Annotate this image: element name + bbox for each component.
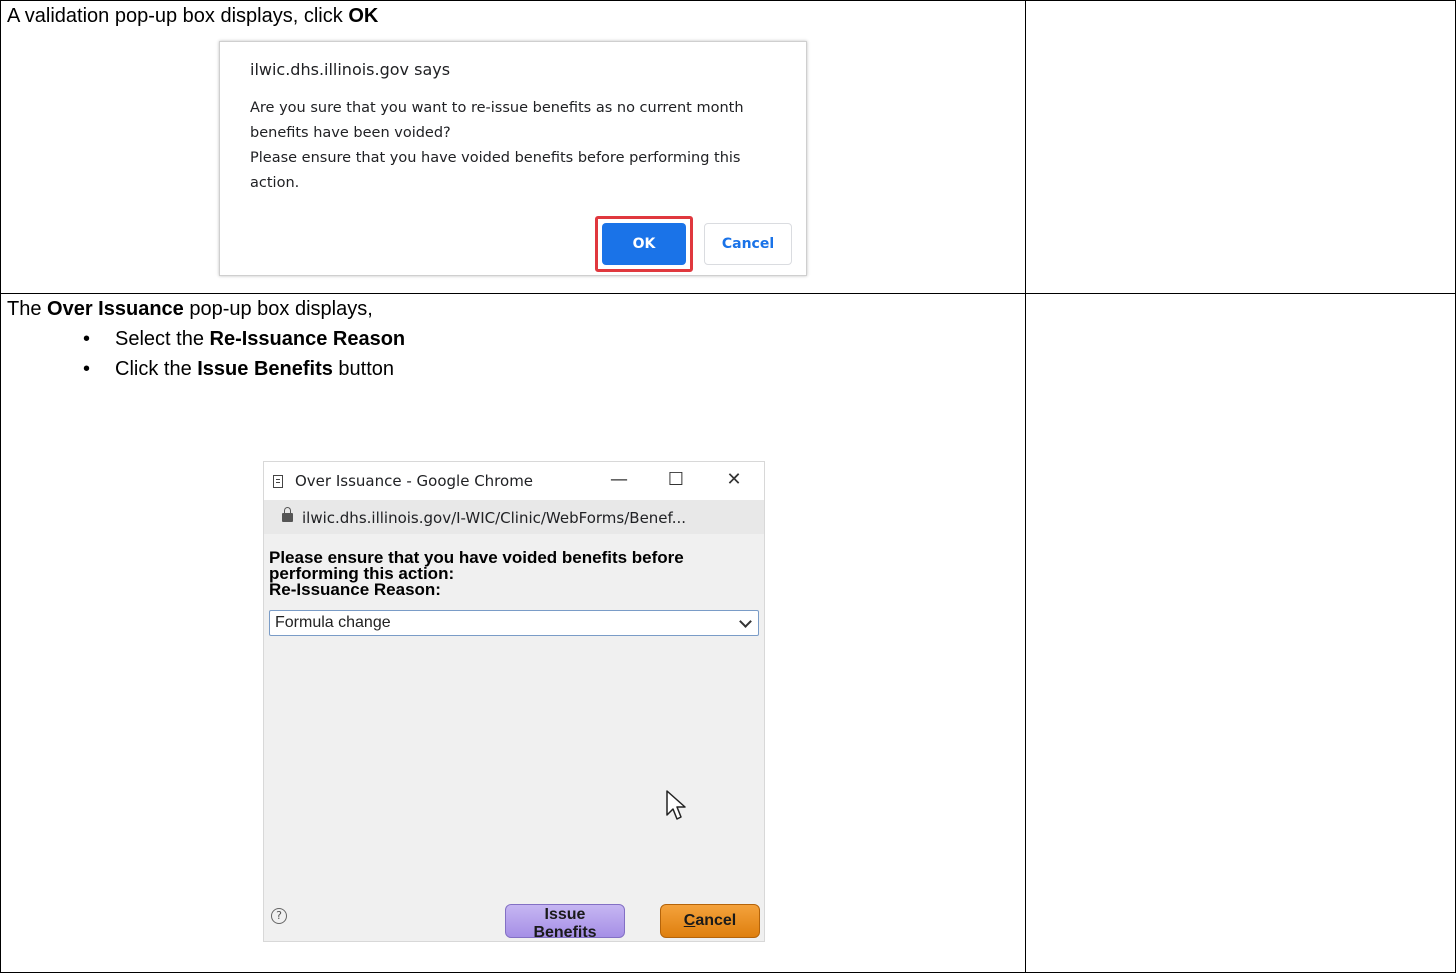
window-title: Over Issuance - Google Chrome xyxy=(295,472,534,490)
dialog-message-line-2: Please ensure that you have voided benef… xyxy=(250,150,741,191)
maximize-icon[interactable]: ☐ xyxy=(661,467,691,493)
dialog-origin: ilwic.dhs.illinois.gov says xyxy=(250,60,451,79)
ok-button[interactable]: OK xyxy=(602,223,686,265)
chevron-down-icon xyxy=(739,615,752,628)
window-titlebar: Over Issuance - Google Chrome — ☐ ✕ xyxy=(264,462,764,500)
bullet-item: Click the Issue Benefits button xyxy=(83,354,1025,384)
heading-line-3: Re-Issuance Reason: xyxy=(269,580,441,599)
lock-icon xyxy=(282,507,293,522)
reason-selected-value: Formula change xyxy=(275,614,391,631)
bullet-item: Select the Re-Issuance Reason xyxy=(83,324,1025,354)
step-2-bold: Over Issuance xyxy=(47,298,184,320)
mouse-cursor-icon xyxy=(666,790,686,820)
minimize-icon[interactable]: — xyxy=(604,467,634,493)
popup-heading: Please ensure that you have voided benef… xyxy=(269,549,759,599)
step-1-bold: OK xyxy=(348,5,379,27)
step-2-text: The Over Issuance pop-up box displays, xyxy=(7,298,373,320)
dialog-message: Are you sure that you want to re-issue b… xyxy=(250,96,790,196)
dialog-message-line-1: Are you sure that you want to re-issue b… xyxy=(250,100,744,141)
popup-cancel-button[interactable]: Cancel xyxy=(660,904,760,938)
step-1-text: A validation pop-up box displays, click … xyxy=(7,5,379,27)
notes-cell-1 xyxy=(1025,0,1456,294)
close-icon[interactable]: ✕ xyxy=(719,467,749,493)
over-issuance-window: Over Issuance - Google Chrome — ☐ ✕ ilwi… xyxy=(263,461,765,942)
notes-cell-2 xyxy=(1025,293,1456,973)
issue-benefits-button[interactable]: Issue Benefits xyxy=(505,904,625,941)
help-icon[interactable]: ? xyxy=(271,908,287,924)
address-bar[interactable]: ilwic.dhs.illinois.gov/I-WIC/Clinic/WebF… xyxy=(264,500,764,534)
cancel-button[interactable]: Cancel xyxy=(704,223,792,265)
reason-select[interactable]: Formula change xyxy=(269,610,759,636)
url-text: ilwic.dhs.illinois.gov/I-WIC/Clinic/WebF… xyxy=(302,509,687,527)
step-2-bullets: Select the Re-Issuance Reason Click the … xyxy=(1,324,1025,384)
confirm-dialog: ilwic.dhs.illinois.gov says Are you sure… xyxy=(219,41,807,276)
page-icon xyxy=(273,475,283,488)
cancel-accesskey: C xyxy=(683,912,696,929)
